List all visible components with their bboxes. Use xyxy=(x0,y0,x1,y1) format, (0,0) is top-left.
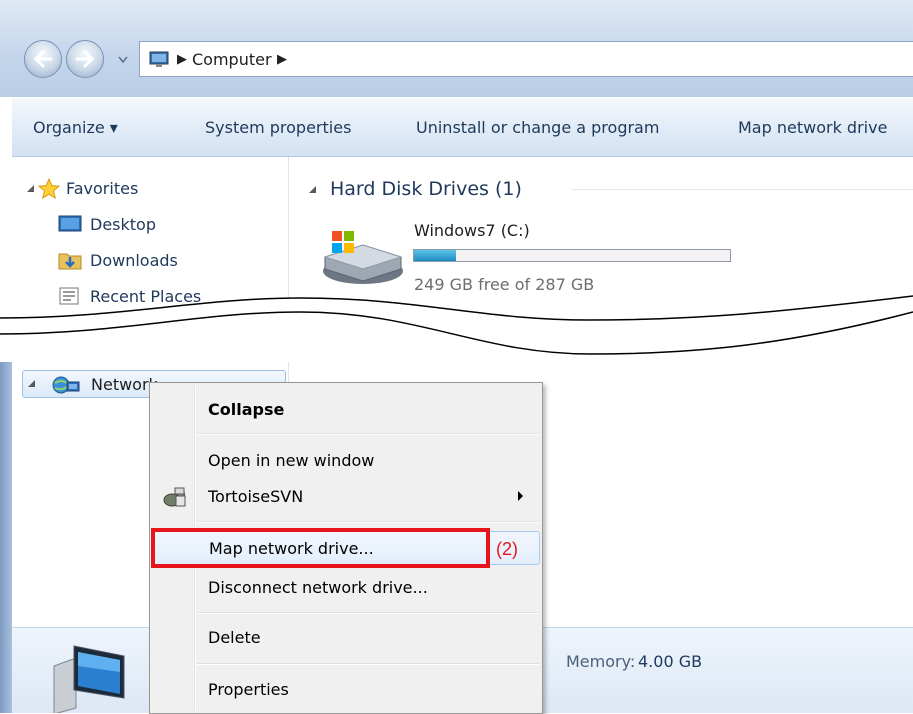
recent-pages-dropdown-icon[interactable] xyxy=(118,56,128,64)
menu-item-delete-label: Delete xyxy=(208,628,261,647)
group-collapse-triangle-icon[interactable] xyxy=(308,185,318,195)
submenu-arrow-icon xyxy=(518,491,523,501)
breadcrumb-chevron-icon[interactable]: ▶ xyxy=(277,52,287,67)
desktop-icon xyxy=(58,215,82,232)
expand-triangle-icon[interactable] xyxy=(27,379,37,389)
menu-item-open-new-window-label: Open in new window xyxy=(208,451,375,470)
menu-separator xyxy=(197,663,539,665)
back-button[interactable] xyxy=(24,40,62,78)
explorer-top-panel: ▶ Computer ▶ Organize ▾ System propertie… xyxy=(0,0,913,316)
map-network-drive-button[interactable]: Map network drive xyxy=(738,118,887,137)
step-number-label: (2) xyxy=(496,539,518,559)
nav-downloads-label: Downloads xyxy=(90,251,178,270)
nav-empty-area xyxy=(48,400,148,472)
drive-usage-bar xyxy=(413,249,731,262)
menu-item-collapse-label: Collapse xyxy=(208,400,285,419)
menu-item-disconnect-network-drive[interactable]: Disconnect network drive... xyxy=(152,571,540,605)
nav-favorites-label: Favorites xyxy=(66,179,139,198)
memory-value: 4.00 GB xyxy=(638,652,703,671)
forward-arrow-icon xyxy=(75,50,95,68)
menu-item-open-new-window[interactable]: Open in new window xyxy=(152,444,540,478)
computer-large-icon xyxy=(53,645,125,713)
menu-item-disconnect-network-drive-label: Disconnect network drive... xyxy=(208,578,428,597)
menu-item-collapse[interactable]: Collapse xyxy=(152,393,540,427)
star-icon xyxy=(38,178,60,199)
group-header-rule xyxy=(571,189,913,190)
menu-item-delete[interactable]: Delete xyxy=(152,621,540,655)
menu-item-tortoisesvn[interactable]: TortoiseSVN xyxy=(152,480,540,514)
breadcrumb-computer[interactable]: Computer xyxy=(192,50,272,69)
menu-separator xyxy=(197,521,539,523)
nav-downloads[interactable]: Downloads xyxy=(12,248,232,274)
memory-label: Memory: xyxy=(566,652,636,671)
menu-item-tortoisesvn-label: TortoiseSVN xyxy=(208,487,304,506)
nav-desktop-label: Desktop xyxy=(90,215,156,234)
forward-button[interactable] xyxy=(66,40,104,78)
breadcrumb-separator-icon[interactable]: ▶ xyxy=(177,52,187,67)
downloads-folder-icon xyxy=(58,253,82,270)
menu-separator xyxy=(197,612,539,614)
screenshot-break-divider xyxy=(0,295,913,370)
menu-item-properties[interactable]: Properties xyxy=(152,673,540,707)
computer-icon xyxy=(149,51,169,67)
menu-item-properties-label: Properties xyxy=(208,680,289,699)
system-properties-button[interactable]: System properties xyxy=(205,118,351,137)
back-arrow-icon xyxy=(33,50,53,68)
drive-usage-fill xyxy=(414,250,456,261)
nav-favorites[interactable]: Favorites xyxy=(12,176,212,202)
command-bar: Organize ▾ System properties Uninstall o… xyxy=(12,97,913,157)
window-titlebar: ▶ Computer ▶ xyxy=(0,0,913,97)
network-icon xyxy=(52,376,80,394)
organize-button[interactable]: Organize ▾ xyxy=(33,118,118,137)
address-bar[interactable]: ▶ Computer ▶ xyxy=(139,41,913,77)
hard-drive-icon xyxy=(323,231,403,284)
step-highlight-box xyxy=(151,528,490,568)
nav-desktop[interactable]: Desktop xyxy=(12,212,212,238)
group-header-hard-disk-drives[interactable]: Hard Disk Drives (1) xyxy=(330,178,522,200)
window-left-border xyxy=(0,362,12,713)
menu-separator xyxy=(197,433,539,435)
drive-name: Windows7 (C:) xyxy=(414,221,530,240)
tortoisesvn-icon xyxy=(163,487,186,507)
uninstall-program-button[interactable]: Uninstall or change a program xyxy=(416,118,659,137)
expand-triangle-icon[interactable] xyxy=(26,184,36,194)
nav-network-label: Network xyxy=(91,375,158,394)
